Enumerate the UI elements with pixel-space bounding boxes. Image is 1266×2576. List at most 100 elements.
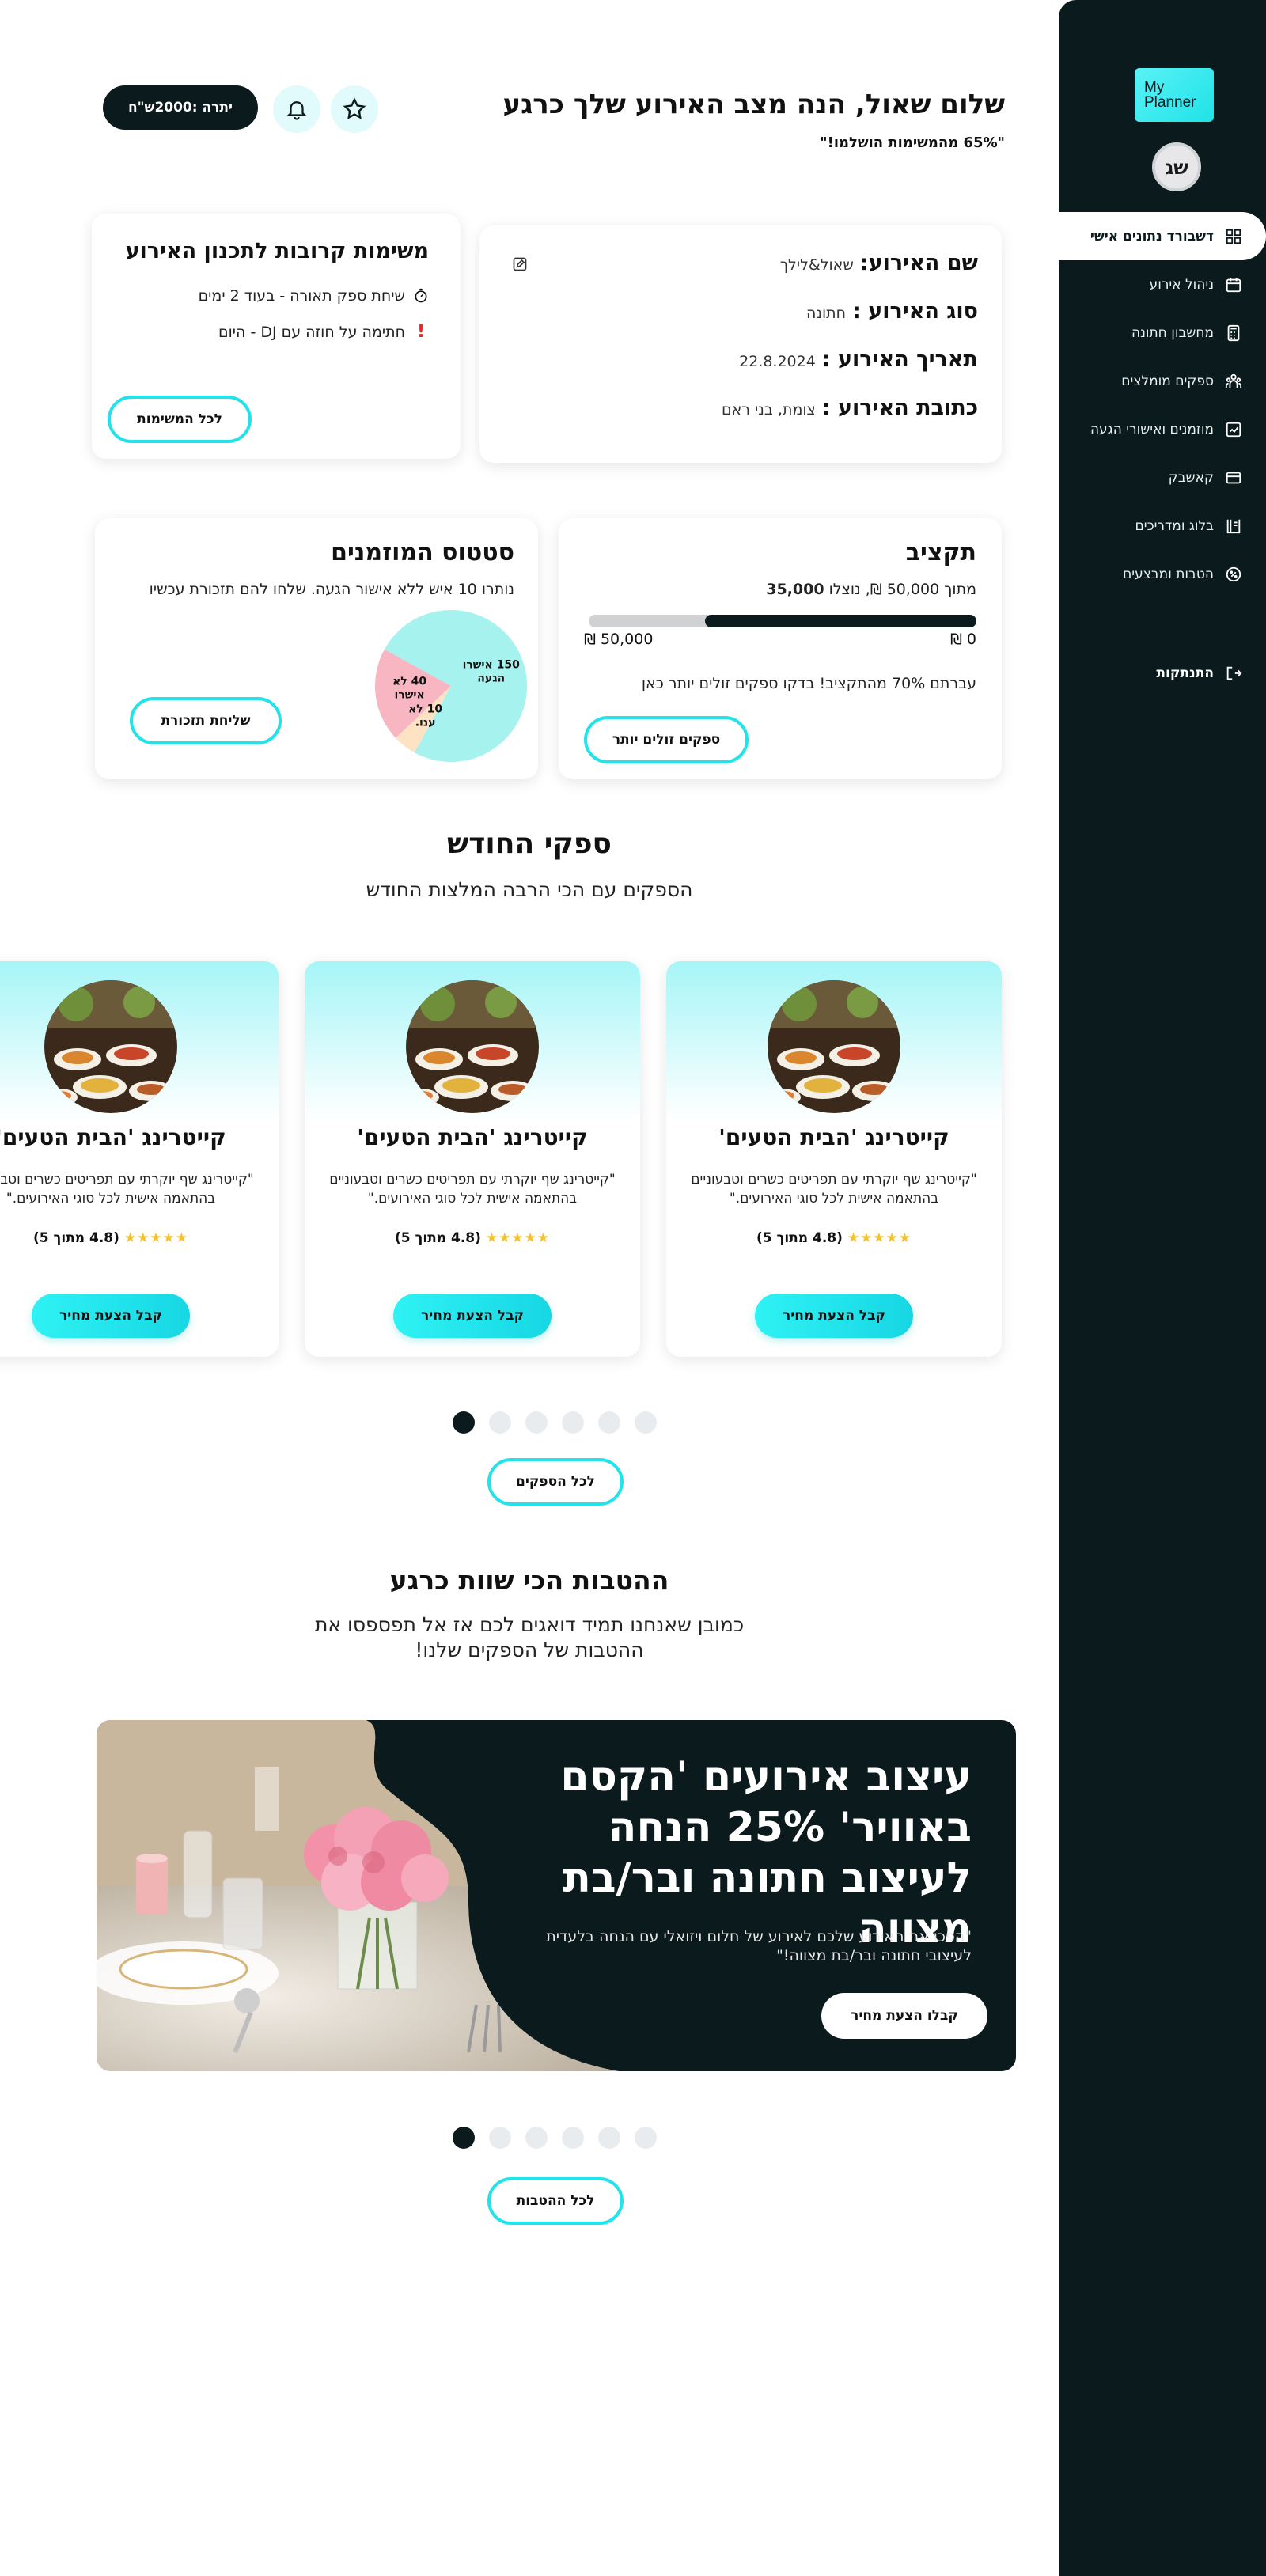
banner-description: "הפכו את האירוע שלכם לאירוע של חלום ויזו… xyxy=(546,1928,972,1964)
discount-icon xyxy=(1226,566,1241,581)
avatar[interactable]: שג xyxy=(1152,142,1201,191)
sidebar-item-label: קאשבק xyxy=(1168,469,1214,486)
rating-text: (4.8 מתוך 5) xyxy=(32,1230,119,1246)
sidebar-item-vendors[interactable]: ספקים מומלצים xyxy=(1059,357,1266,405)
carousel-dot[interactable] xyxy=(525,2127,548,2149)
carousel-dot[interactable] xyxy=(489,2127,511,2149)
vendor-description: "קייטרינג שף יוקרתי עם תפריטים כשרים וטב… xyxy=(0,1172,254,1207)
edit-event-button[interactable] xyxy=(510,254,530,275)
banner-title: עיצוב אירועים 'הקסם באוויר' 25% הנחה לעי… xyxy=(560,1753,972,1953)
calendar-icon xyxy=(1226,278,1241,292)
event-name-label: שם האירוע: xyxy=(859,251,978,275)
sidebar-item-deals[interactable]: הטבות ומבצעים xyxy=(1059,550,1266,598)
progress-text: "65% מהמשימות הושלמו!" xyxy=(820,134,1005,151)
event-address-value: צומת, בני ראם xyxy=(721,401,816,419)
notifications-button[interactable] xyxy=(273,85,320,133)
vendor-quote-button[interactable]: קבל הצעת מחיר xyxy=(755,1294,913,1338)
sidebar-item-cashback[interactable]: קאשבק xyxy=(1059,453,1266,502)
all-vendors-button[interactable]: לכל הספקים xyxy=(487,1458,624,1506)
carousel-dot[interactable] xyxy=(453,1411,475,1434)
budget-used-amount: 35,000 xyxy=(766,581,824,598)
carousel-dot[interactable] xyxy=(562,1411,584,1434)
event-type-value: חתונה xyxy=(805,305,847,322)
vendor-photo xyxy=(44,980,177,1113)
carousel-dot[interactable] xyxy=(635,2127,657,2149)
deals-subtitle-line1: כמובן שאנחנו תמיד דואגים לכם אז אל תפספס… xyxy=(314,1613,745,1636)
vendor-photo xyxy=(768,980,900,1113)
timer-icon xyxy=(415,288,427,303)
rating-stars-icon: ★★★★★ xyxy=(123,1230,189,1246)
edit-icon xyxy=(513,257,527,271)
app-logo[interactable]: My Planner xyxy=(1135,68,1214,122)
deals-subtitle-line2: ההטבות של הספקים שלנו! xyxy=(415,1638,644,1661)
carousel-dot[interactable] xyxy=(489,1411,511,1434)
logout-button[interactable]: התנתקות xyxy=(1059,655,1266,691)
carousel-dot[interactable] xyxy=(525,1411,548,1434)
sidebar-item-blog[interactable]: בלוג ומדריכים xyxy=(1059,502,1266,550)
event-date-label: תאריך האירוע : xyxy=(821,347,978,372)
sidebar-item-label: בלוג ומדריכים xyxy=(1135,517,1214,534)
vendors-carousel-dots xyxy=(453,1411,657,1434)
sidebar: My Planner שג דשבורד נתונים אישי ניהול א… xyxy=(1059,0,1266,2576)
budget-progress-bar xyxy=(589,615,976,627)
rating-stars-icon: ★★★★★ xyxy=(485,1230,551,1246)
sidebar-item-rsvp[interactable]: מוזמנים ואישורי הגעה xyxy=(1059,405,1266,453)
sidebar-nav: דשבורד נתונים אישי ניהול אירוע מחשבון חת… xyxy=(1059,212,1266,598)
banner-quote-button[interactable]: קבלו הצעת מחיר xyxy=(821,1993,987,2039)
budget-title: תקציב xyxy=(905,539,976,566)
star-icon xyxy=(343,97,366,119)
carousel-dot[interactable] xyxy=(598,2127,620,2149)
event-type-row: סוג האירוע : חתונה xyxy=(503,299,978,324)
vendor-photo xyxy=(406,980,539,1113)
bell-icon xyxy=(286,101,307,120)
budget-card: תקציב מתוך 50,000 ₪, נוצלו 35,000 0 ₪ 50… xyxy=(559,518,1002,779)
logo-line1: My xyxy=(1144,79,1165,96)
cheaper-vendors-button[interactable]: ספקים זולים יותר xyxy=(584,716,749,763)
guest-pie-chart: 150 אישרו הגעה10 לא ענו.40 לא אישרו xyxy=(375,610,527,762)
vendor-card[interactable]: קייטרינג 'הבית הטעים' "קייטרינג שף יוקרתי… xyxy=(666,961,1002,1357)
rating-text: (4.8 מתוך 5) xyxy=(394,1230,481,1246)
rating-stars-icon: ★★★★★ xyxy=(847,1230,912,1246)
sidebar-item-wedding-calculator[interactable]: מחשבון חתונה xyxy=(1059,309,1266,357)
sidebar-item-dashboard[interactable]: דשבורד נתונים אישי xyxy=(1059,212,1266,260)
logo-line2: Planner xyxy=(1144,94,1196,111)
carousel-dot[interactable] xyxy=(598,1411,620,1434)
favorites-button[interactable] xyxy=(331,85,378,133)
task-text: חתימה על חוזה עם DJ - היום xyxy=(218,323,405,341)
book-icon xyxy=(1226,519,1241,533)
exclamation-icon: ! xyxy=(416,322,426,342)
logout-label: התנתקות xyxy=(1156,665,1214,681)
task-item[interactable]: ! חתימה על חוזה עם DJ - היום xyxy=(123,322,429,342)
sidebar-item-event-management[interactable]: ניהול אירוע xyxy=(1059,260,1266,309)
guests-title: סטטוס המוזמנים xyxy=(331,539,514,566)
task-item[interactable]: שיחת ספק תאורה - בעוד 2 ימים xyxy=(123,287,429,305)
rsvp-icon xyxy=(1226,422,1241,437)
deals-section-subtitle: כמובן שאנחנו תמיד דואגים לכם אז אל תפספס… xyxy=(0,1612,1059,1663)
vendor-quote-button[interactable]: קבל הצעת מחיר xyxy=(32,1294,190,1338)
all-deals-button[interactable]: לכל ההטבות xyxy=(487,2177,624,2225)
send-reminder-button[interactable]: שליחת תזכורת xyxy=(130,697,282,744)
all-tasks-button[interactable]: לכל המשימות xyxy=(108,396,252,443)
task-text: שיחת ספק תאורה - בעוד 2 ימים xyxy=(198,287,405,305)
tasks-title: משימות קרובות לתכנון האירוע xyxy=(125,239,430,263)
carousel-dot[interactable] xyxy=(635,1411,657,1434)
vendor-card[interactable]: קייטרינג 'הבית הטעים' "קייטרינג שף יוקרתי… xyxy=(0,961,279,1357)
deal-banner[interactable]: עיצוב אירועים 'הקסם באוויר' 25% הנחה לעי… xyxy=(97,1720,1016,2071)
event-address-row: כתובת האירוע : צומת, בני ראם xyxy=(503,396,978,420)
budget-min-label: 0 ₪ xyxy=(950,631,976,648)
vendor-card[interactable]: קייטרינג 'הבית הטעים' "קייטרינג שף יוקרתי… xyxy=(305,961,640,1357)
deals-carousel-dots xyxy=(453,2127,657,2149)
event-name-row: שם האירוע: שאול&לילך xyxy=(503,251,978,275)
sidebar-item-label: הטבות ומבצעים xyxy=(1123,566,1214,582)
vendor-description: "קייטרינג שף יוקרתי עם תפריטים כשרים וטב… xyxy=(691,1172,977,1207)
event-date-row: תאריך האירוע : 22.8.2024 xyxy=(503,347,978,372)
card-icon xyxy=(1226,472,1241,483)
carousel-dot[interactable] xyxy=(562,2127,584,2149)
page-title: שלום שאול, הנה מצב האירוע שלך כרגע xyxy=(502,89,1005,120)
balance-badge[interactable]: יתרה :2000ש"ח xyxy=(103,85,258,130)
vendor-quote-button[interactable]: קבל הצעת מחיר xyxy=(393,1294,552,1338)
sidebar-item-label: מוזמנים ואישורי הגעה xyxy=(1090,421,1214,438)
carousel-dot[interactable] xyxy=(453,2127,475,2149)
vendor-title: קייטרינג 'הבית הטעים' xyxy=(357,1124,588,1150)
event-details-card: שם האירוע: שאול&לילך סוג האירוע : חתונה … xyxy=(479,225,1002,463)
